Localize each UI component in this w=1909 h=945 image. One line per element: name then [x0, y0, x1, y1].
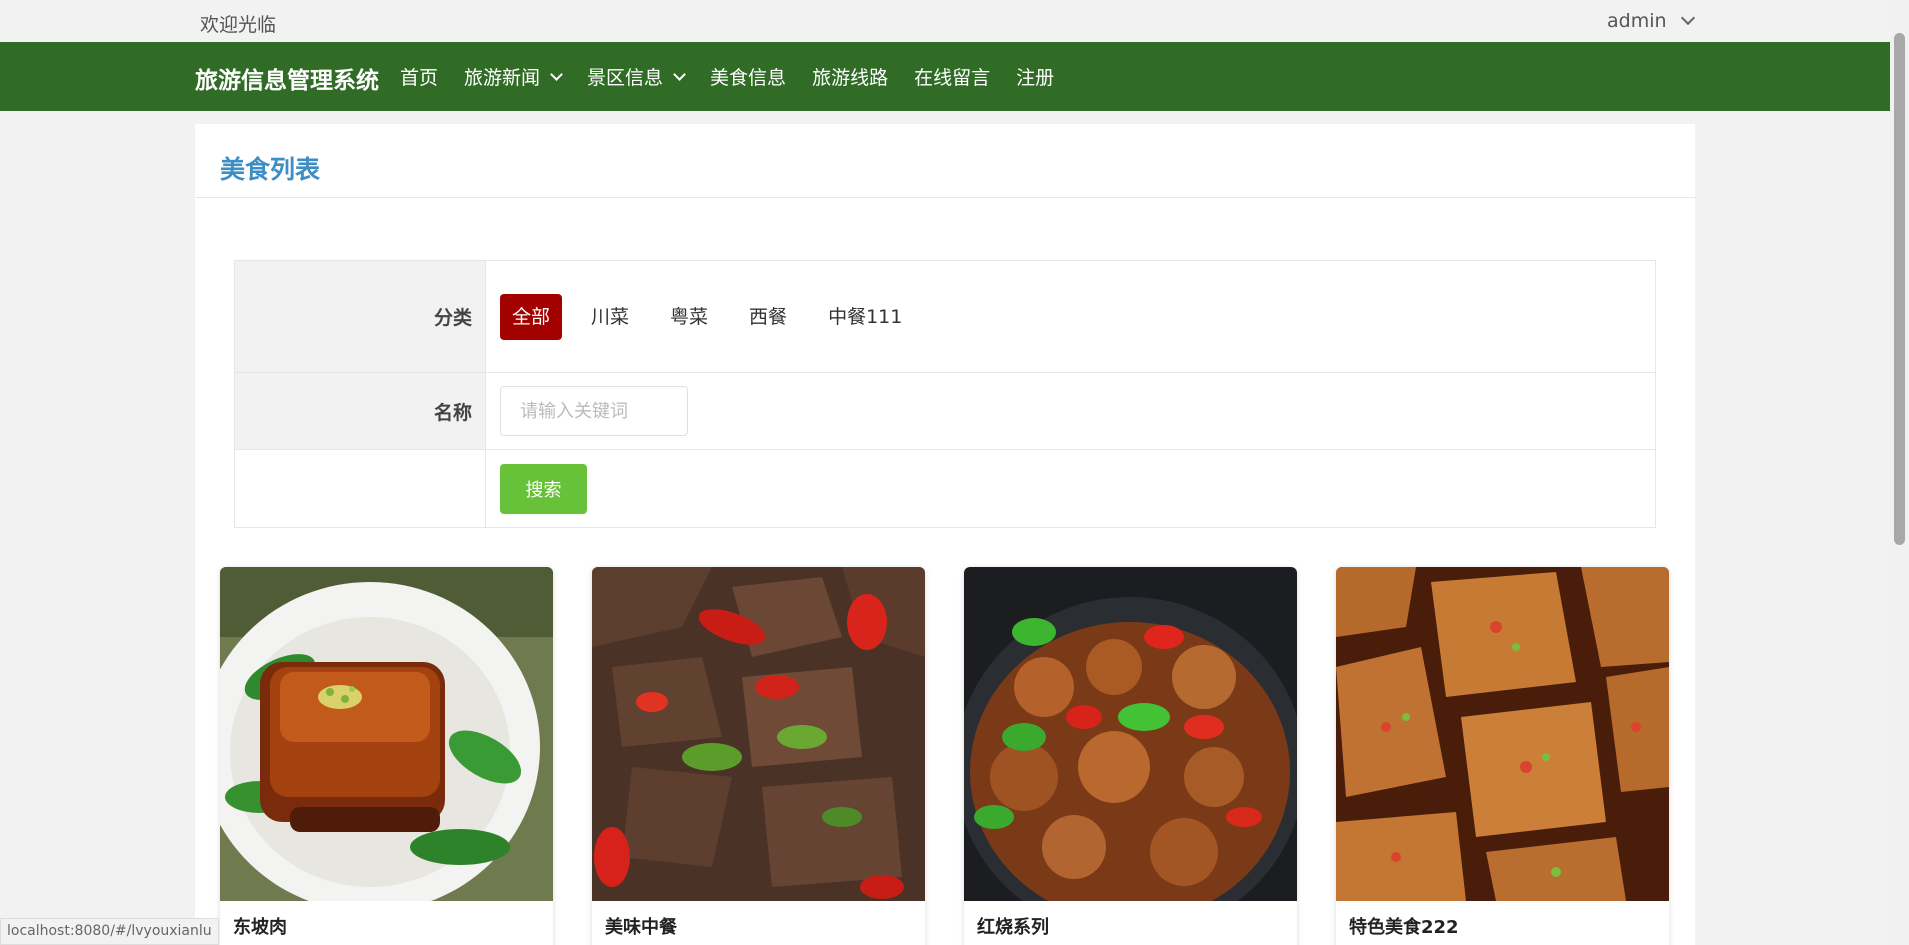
- nav-item-label: 首页: [400, 67, 439, 89]
- stir-fried-liver-photo: [592, 567, 925, 901]
- food-grid: 东坡肉 美味中餐 红烧系列 特色美食222: [220, 567, 1669, 945]
- nav-item-travel-news[interactable]: 旅游新闻: [464, 63, 563, 90]
- nav-item-register[interactable]: 注册: [1016, 63, 1054, 90]
- food-name: 红烧系列: [977, 917, 1049, 938]
- category-sichuan[interactable]: 川菜: [579, 294, 641, 340]
- page-scrollbar[interactable]: [1890, 0, 1909, 945]
- food-card[interactable]: 美味中餐: [592, 567, 925, 945]
- panel-header: 美食列表: [195, 124, 1695, 198]
- category-all[interactable]: 全部: [500, 293, 563, 340]
- name-row: 名称: [235, 373, 1655, 450]
- nav-item-label: 注册: [1016, 67, 1055, 89]
- food-name: 特色美食222: [1349, 917, 1459, 938]
- category-label: 分类: [235, 261, 486, 372]
- nav-item-travel-routes[interactable]: 旅游线路: [812, 63, 888, 90]
- page-title: 美食列表: [220, 155, 321, 184]
- nav-item-messages[interactable]: 在线留言: [914, 63, 990, 90]
- search-button[interactable]: 搜索: [500, 463, 587, 514]
- chevron-down-icon: [673, 67, 686, 81]
- brand-title[interactable]: 旅游信息管理系统: [195, 61, 379, 95]
- food-card[interactable]: 红烧系列: [964, 567, 1297, 945]
- filter-table: 分类 全部 川菜 粤菜 西餐 中餐111 名称 搜索: [234, 260, 1656, 528]
- user-menu[interactable]: admin: [1607, 10, 1695, 32]
- nav-menu: 首页 旅游新闻 景区信息 美食信息 旅游线路 在线留言 注册: [400, 42, 1080, 111]
- username: admin: [1607, 10, 1667, 32]
- food-card[interactable]: 特色美食222: [1336, 567, 1669, 945]
- nav-item-scenic-info[interactable]: 景区信息: [587, 63, 686, 90]
- welcome-text: 欢迎光临: [200, 14, 277, 36]
- status-url: localhost:8080/#/lvyouxianlu: [0, 918, 219, 945]
- nav-item-label: 旅游线路: [812, 67, 889, 89]
- food-list-panel: 美食列表 分类 全部 川菜 粤菜 西餐 中餐111 名称 搜索: [195, 124, 1695, 945]
- scrollbar-thumb[interactable]: [1894, 33, 1905, 545]
- nav-item-label: 旅游新闻: [464, 67, 541, 89]
- nav-item-home[interactable]: 首页: [400, 63, 438, 90]
- nav-item-label: 美食信息: [710, 67, 787, 89]
- category-cantonese[interactable]: 粤菜: [658, 294, 720, 340]
- name-search-input[interactable]: [500, 386, 688, 436]
- food-name: 美味中餐: [605, 917, 677, 938]
- braised-pork-photo: [220, 567, 553, 901]
- category-western[interactable]: 西餐: [737, 294, 799, 340]
- main-navbar: 旅游信息管理系统 首页 旅游新闻 景区信息 美食信息 旅游线路 在线留言 注册: [0, 42, 1890, 111]
- chevron-down-icon: [550, 67, 563, 81]
- name-label: 名称: [235, 373, 486, 449]
- search-row: 搜索: [235, 450, 1655, 527]
- search-cell: 搜索: [486, 450, 1655, 527]
- nav-item-food-info[interactable]: 美食信息: [710, 63, 786, 90]
- chevron-down-icon: [1680, 10, 1695, 26]
- category-chinese[interactable]: 中餐111: [816, 294, 914, 340]
- nav-item-label: 在线留言: [914, 67, 991, 89]
- food-card[interactable]: 东坡肉: [220, 567, 553, 945]
- top-bar: 欢迎光临 admin: [0, 0, 1890, 42]
- search-row-label: [235, 450, 486, 527]
- fried-tofu-photo: [1336, 567, 1669, 901]
- food-name: 东坡肉: [233, 917, 287, 938]
- nav-item-label: 景区信息: [587, 67, 664, 89]
- category-row: 分类 全部 川菜 粤菜 西餐 中餐111: [235, 261, 1655, 373]
- category-options: 全部 川菜 粤菜 西餐 中餐111: [486, 261, 1655, 372]
- braised-intestine-photo: [964, 567, 1297, 901]
- name-field-cell: [486, 373, 1655, 449]
